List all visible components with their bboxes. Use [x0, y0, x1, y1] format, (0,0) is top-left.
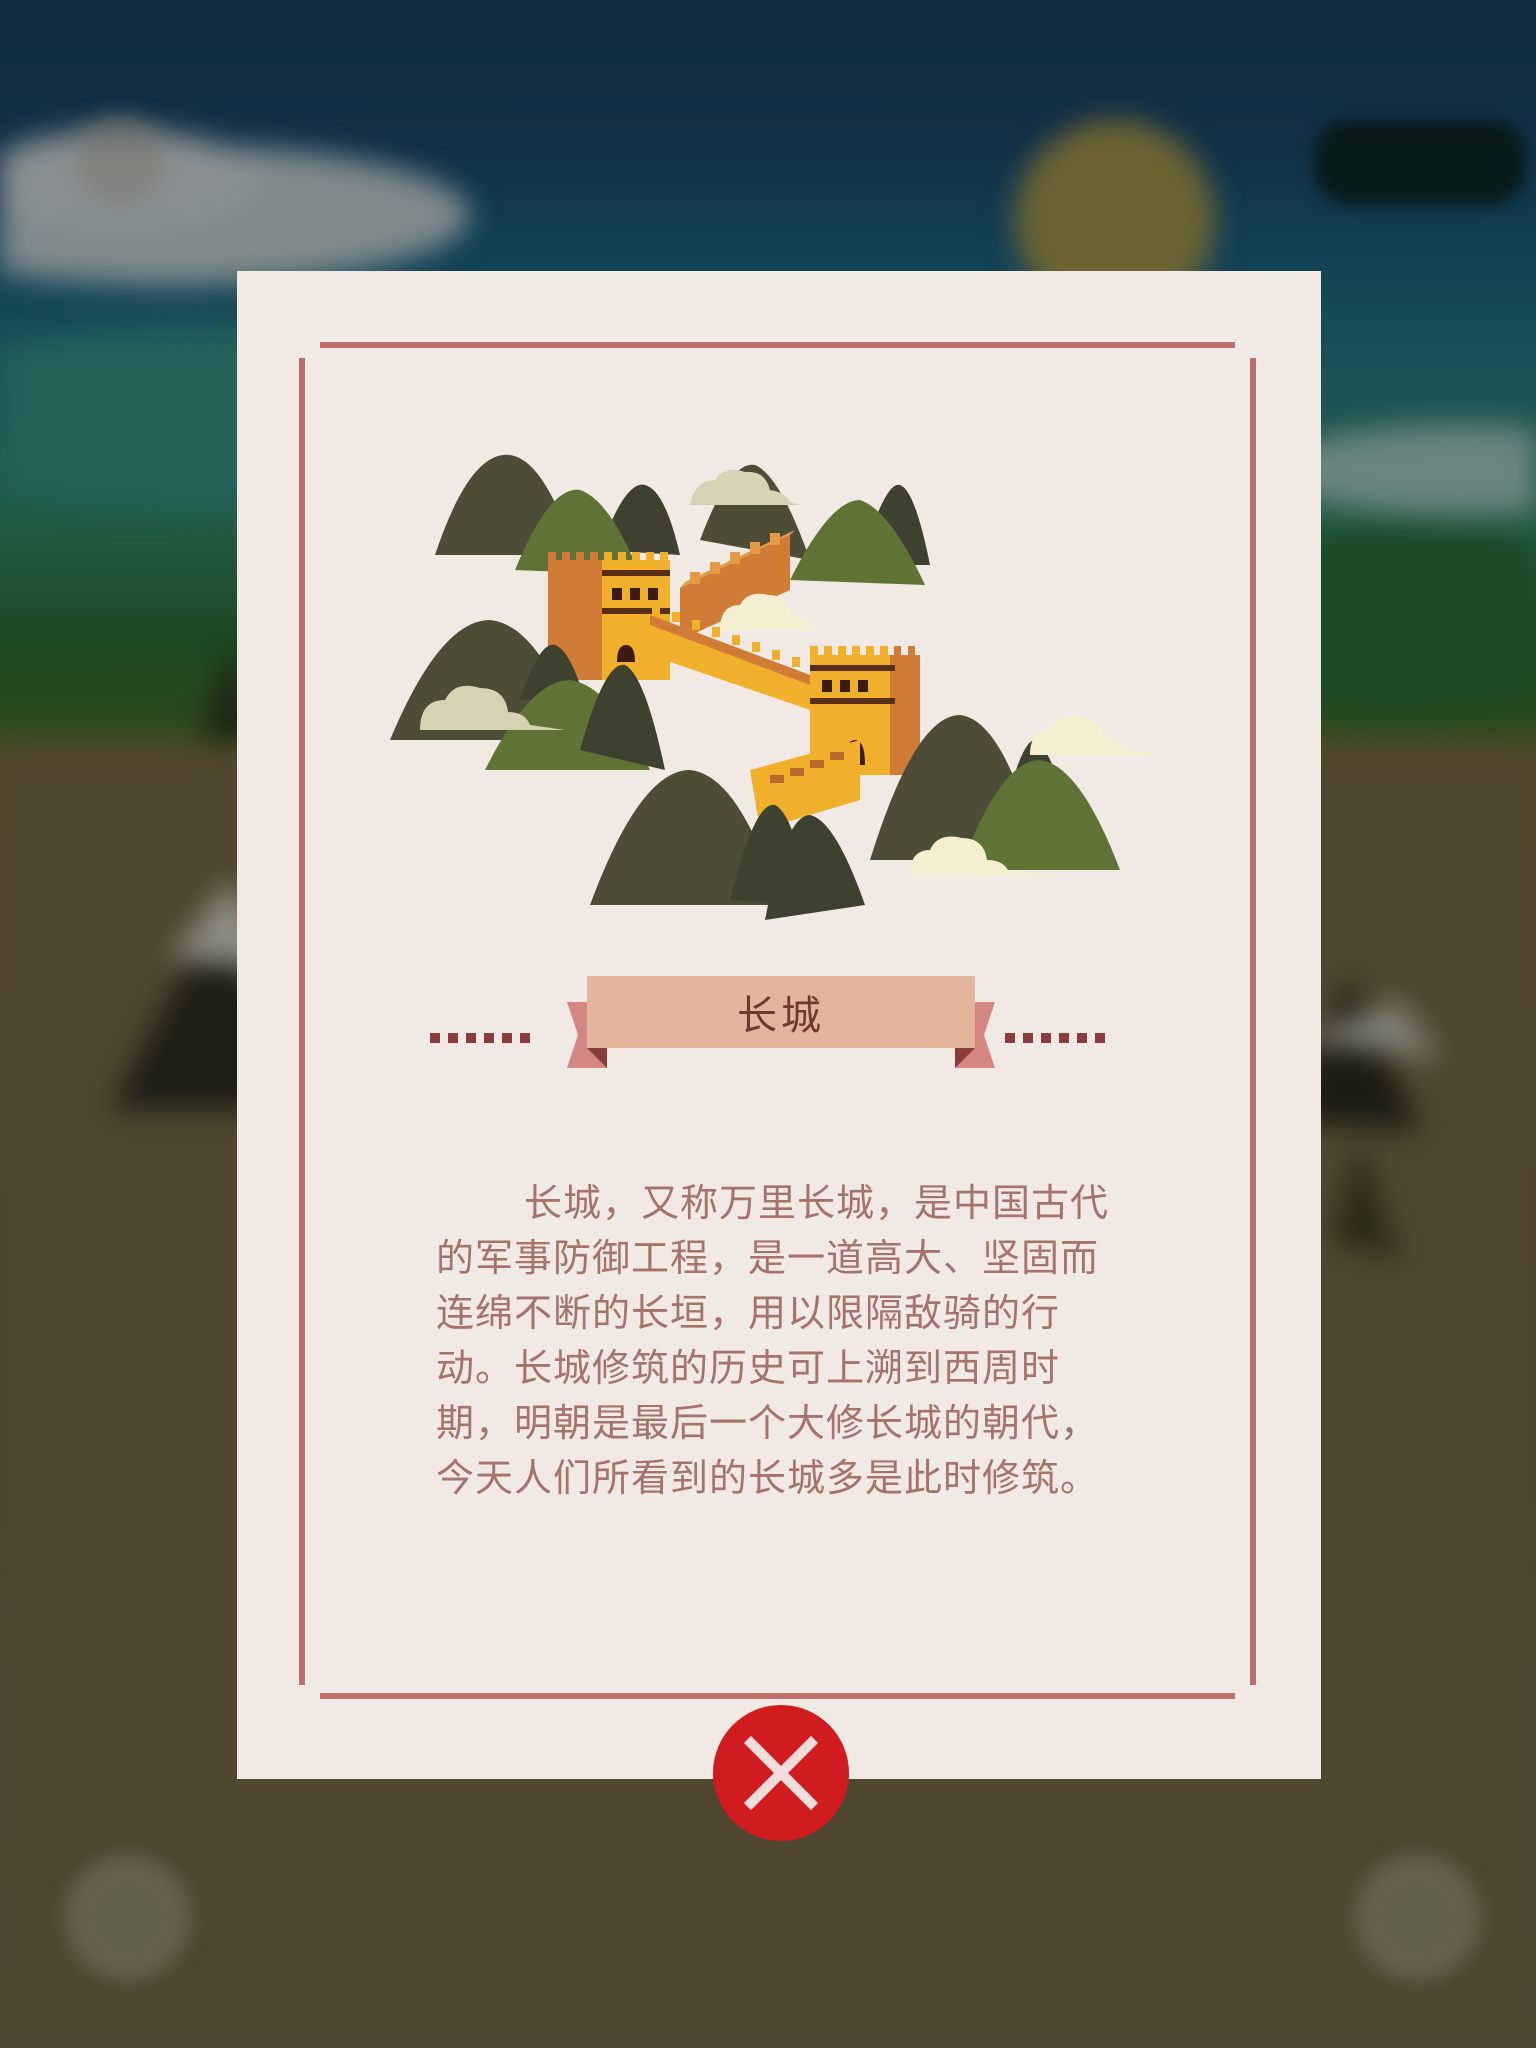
left-control-bg — [65, 1855, 190, 1980]
menu-button-bg — [75, 115, 165, 205]
frame-top-line — [320, 342, 1235, 348]
card-description: 长城，又称万里长城，是中国古代的军事防御工程，是一道高大、坚固而连绵不断的长垣，… — [436, 1181, 1110, 1500]
frame-left-line — [299, 358, 305, 1685]
frame-bottom-line — [320, 1693, 1235, 1699]
close-button[interactable] — [713, 1705, 849, 1841]
card-title: 长城 — [587, 976, 975, 1048]
right-control-bg — [1355, 1855, 1480, 1980]
frame-right-line — [1250, 358, 1256, 1685]
close-icon — [743, 1735, 819, 1811]
title-ribbon: 长城 — [420, 970, 1140, 1080]
great-wall-illustration — [390, 454, 1165, 920]
score-pill-bg — [1315, 120, 1525, 205]
